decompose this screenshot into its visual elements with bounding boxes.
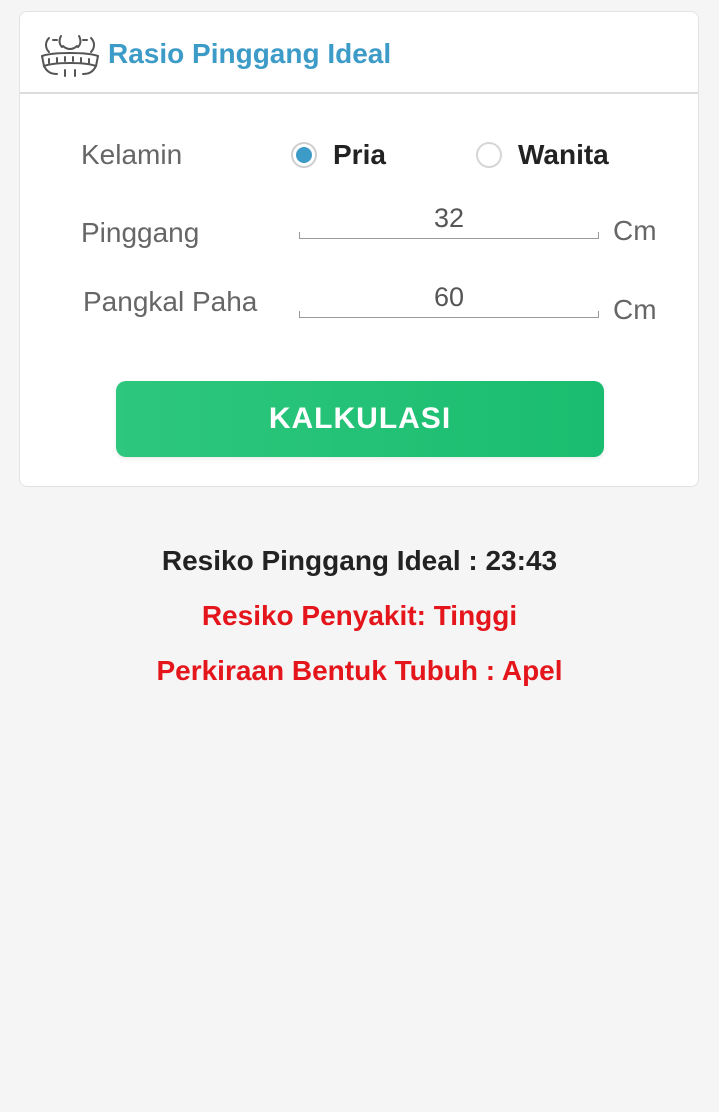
body-shape-result: Perkiraan Bentuk Tubuh : Apel — [156, 655, 563, 686]
waist-unit: Cm — [613, 215, 657, 246]
thigh-label: Pangkal Paha — [83, 286, 258, 317]
radio-pria[interactable] — [291, 142, 317, 168]
waist-underline — [299, 238, 599, 239]
thigh-underline — [299, 317, 599, 318]
waist-measure-icon — [41, 35, 99, 77]
radio-option-wanita[interactable]: Wanita — [476, 139, 609, 171]
ratio-result: Resiko Pinggang Ideal : 23:43 — [161, 545, 558, 576]
calculate-button[interactable]: KALKULASI — [116, 381, 604, 457]
radio-pria-label: Pria — [333, 139, 386, 170]
gender-label: Kelamin — [81, 139, 183, 170]
card-header: Rasio Pinggang Ideal — [20, 12, 698, 94]
waist-field[interactable] — [299, 202, 599, 240]
thigh-input[interactable] — [299, 281, 599, 313]
risk-result: Resiko Penyakit: Tinggi — [201, 600, 518, 631]
waist-label: Pinggang — [81, 217, 200, 248]
page-title: Rasio Pinggang Ideal — [108, 38, 392, 69]
radio-option-pria[interactable]: Pria — [291, 139, 386, 171]
radio-wanita[interactable] — [476, 142, 502, 168]
calculator-card: Rasio Pinggang Ideal Kelamin Pria Wanita… — [19, 11, 699, 487]
radio-wanita-label: Wanita — [518, 139, 609, 170]
waist-input[interactable] — [299, 202, 599, 234]
thigh-field[interactable] — [299, 281, 599, 319]
thigh-unit: Cm — [613, 294, 657, 325]
